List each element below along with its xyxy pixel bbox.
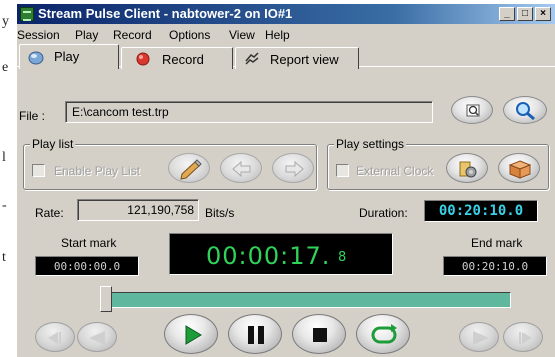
search-icon: [516, 102, 535, 121]
skip-end-icon: [519, 332, 532, 344]
record-icon: [136, 52, 150, 66]
duration-display: 00:20:10.0: [424, 200, 538, 222]
tab-record[interactable]: Record: [121, 47, 233, 69]
file-path-value: E:\cancom test.trp: [72, 105, 169, 119]
skip-start-icon: [48, 332, 61, 344]
browse-icon: [466, 104, 480, 117]
background-document-strip: y e l - t: [0, 0, 16, 357]
menu-record[interactable]: Record: [113, 28, 152, 42]
arrow-left-icon: [232, 160, 251, 178]
tab-play-label: Play: [54, 49, 80, 64]
report-view-icon: [245, 52, 259, 65]
close-button[interactable]: ×: [535, 7, 551, 21]
loop-button[interactable]: [356, 314, 410, 354]
title-bar[interactable]: Stream Pulse Client - nabtower-2 on IO#1…: [17, 4, 555, 24]
play-settings-title: Play settings: [334, 137, 407, 151]
go-to-end-mark-button[interactable]: [503, 322, 543, 352]
go-to-start-mark-button[interactable]: [35, 322, 75, 352]
app-window: Stream Pulse Client - nabtower-2 on IO#1…: [16, 3, 555, 357]
edit-play-list-button[interactable]: [168, 153, 210, 183]
strip-char: e: [2, 60, 9, 75]
search-button[interactable]: [503, 96, 547, 124]
arrow-right-icon: [285, 160, 304, 178]
tab-play[interactable]: Play: [19, 44, 119, 69]
pause-icon: [248, 326, 264, 344]
prev-item-button[interactable]: [220, 153, 262, 183]
pause-button[interactable]: [228, 314, 282, 354]
position-fraction: 8: [338, 250, 347, 265]
rate-value: 121,190,758: [127, 203, 194, 217]
play-settings-group: Play settings External Clock: [327, 137, 549, 190]
tab-report-view[interactable]: Report view: [235, 47, 359, 69]
play-tab-icon: [28, 51, 44, 65]
settings-tools-icon: [459, 161, 477, 178]
fast-forward-button[interactable]: [459, 322, 499, 352]
package-button[interactable]: [498, 153, 540, 183]
end-mark-label: End mark: [471, 236, 523, 250]
menu-session[interactable]: Session: [17, 28, 60, 42]
start-mark-label: Start mark: [61, 236, 117, 250]
position-slider-thumb[interactable]: [100, 286, 112, 312]
rate-label: Rate:: [35, 206, 64, 220]
minimize-button[interactable]: _: [499, 7, 515, 21]
menu-help[interactable]: Help: [265, 28, 290, 42]
position-slider-track[interactable]: [100, 292, 511, 308]
file-path-field[interactable]: E:\cancom test.trp: [65, 101, 433, 123]
end-mark-value: 00:20:10.0: [461, 260, 529, 273]
stop-icon: [313, 328, 327, 342]
menu-options[interactable]: Options: [169, 28, 210, 42]
tab-report-view-label: Report view: [270, 52, 339, 67]
file-label: File :: [19, 109, 46, 123]
pencil-icon: [180, 159, 202, 180]
settings-button[interactable]: [446, 153, 488, 183]
play-list-title: Play list: [30, 137, 76, 151]
maximize-button[interactable]: □: [517, 7, 533, 21]
end-mark-display[interactable]: 00:20:10.0: [443, 256, 547, 276]
external-clock-label: External Clock: [356, 164, 434, 178]
menu-view[interactable]: View: [229, 28, 255, 42]
enable-play-list-label: Enable Play List: [54, 164, 141, 178]
rate-field: 121,190,758: [77, 199, 199, 221]
rewind-icon: [89, 331, 105, 345]
rewind-button[interactable]: [77, 322, 117, 352]
duration-label: Duration:: [359, 206, 408, 220]
tab-record-label: Record: [162, 52, 204, 67]
window-title: Stream Pulse Client - nabtower-2 on IO#1: [38, 6, 293, 21]
play-button[interactable]: [164, 314, 218, 354]
external-clock-checkbox[interactable]: [336, 164, 349, 177]
strip-char: y: [2, 14, 9, 29]
loop-icon: [371, 324, 397, 344]
next-item-button[interactable]: [272, 153, 314, 183]
browse-button[interactable]: [451, 96, 493, 124]
play-list-group: Play list Enable Play List: [23, 137, 317, 190]
menu-play[interactable]: Play: [75, 28, 98, 42]
play-icon: [185, 325, 202, 345]
strip-char: -: [2, 198, 7, 213]
fast-forward-icon: [473, 331, 489, 345]
duration-value: 00:20:10.0: [438, 203, 524, 219]
menu-bar: Session Play Record Options View Help: [17, 26, 555, 44]
start-mark-value: 00:00:00.0: [53, 260, 121, 273]
position-value: 00:00:17.: [206, 242, 331, 270]
strip-char: t: [2, 250, 6, 265]
stop-button[interactable]: [292, 314, 346, 354]
enable-play-list-checkbox[interactable]: [32, 164, 45, 177]
box-icon: [508, 160, 532, 179]
rate-unit: Bits/s: [205, 206, 235, 220]
app-icon: [20, 7, 34, 21]
position-display: 00:00:17. 8: [169, 233, 393, 275]
start-mark-display[interactable]: 00:00:00.0: [35, 256, 139, 276]
strip-char: l: [2, 150, 6, 165]
